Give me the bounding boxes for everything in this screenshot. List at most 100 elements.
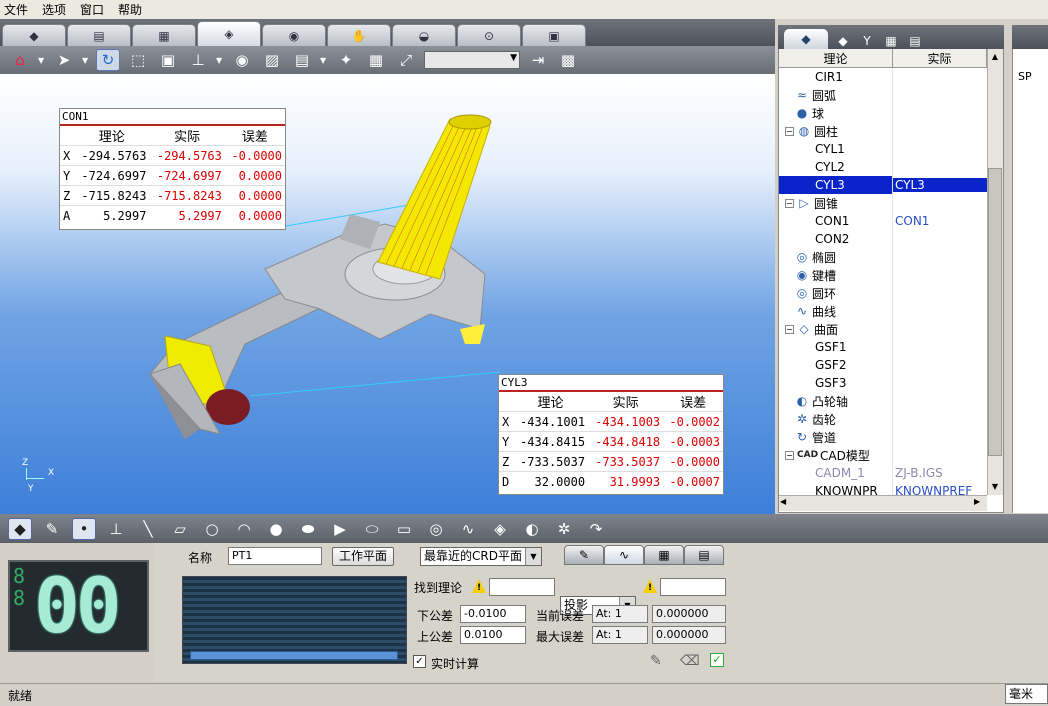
- graph-slider[interactable]: [190, 651, 398, 660]
- name-input[interactable]: PT1: [228, 547, 322, 565]
- tree-scroll-thumb[interactable]: [988, 168, 1002, 456]
- tree-row[interactable]: ◎ 圆环: [779, 284, 987, 302]
- tab-machine[interactable]: ◆: [2, 24, 66, 46]
- ellipse-button[interactable]: ⬭: [360, 518, 384, 540]
- fit-button[interactable]: ▣: [156, 49, 180, 71]
- 3d-viewport[interactable]: CON1 理论 实际 误差 X -294.5763 -294.5763 -0.0000 Y…: [0, 74, 775, 514]
- menu-file[interactable]: 文件: [4, 1, 28, 18]
- tree-row[interactable]: ≈ 圆弧: [779, 86, 987, 104]
- tree-row[interactable]: KNOWNPR KNOWNPREF: [779, 482, 987, 495]
- collapse-icon[interactable]: −: [785, 126, 794, 136]
- feature-mode-button[interactable]: ◆: [8, 517, 32, 540]
- tab-table-view[interactable]: ▦: [644, 545, 684, 565]
- home-dropdown-icon[interactable]: ▼: [38, 56, 46, 65]
- select-button[interactable]: ➤: [52, 49, 76, 71]
- cone-button[interactable]: ▶: [328, 518, 352, 540]
- tree-row[interactable]: CYL1: [779, 140, 987, 158]
- tree-row[interactable]: CYL2: [779, 158, 987, 176]
- tree-row[interactable]: − ◇ 曲面: [779, 320, 987, 338]
- tab-report[interactable]: ▣: [522, 24, 586, 46]
- projection-input[interactable]: [660, 578, 726, 596]
- scroll-left-icon[interactable]: ◀: [780, 497, 786, 506]
- tree-row[interactable]: − CAD CAD模型: [779, 446, 987, 464]
- tree-horizontal-scrollbar[interactable]: [779, 495, 987, 511]
- tree-tab-solid[interactable]: ◆: [834, 33, 852, 49]
- collapse-icon[interactable]: −: [785, 450, 794, 460]
- save-button[interactable]: ▦: [364, 49, 388, 71]
- home-button[interactable]: ⌂: [8, 49, 32, 71]
- tab-hand[interactable]: ✋: [327, 24, 391, 46]
- cam-button[interactable]: ◐: [520, 518, 544, 540]
- menu-options[interactable]: 选项: [42, 1, 66, 18]
- tree-row[interactable]: CIR1: [779, 68, 987, 86]
- workplane-button[interactable]: 工作平面: [332, 547, 394, 566]
- gear-button[interactable]: ✲: [552, 518, 576, 540]
- tab-shape[interactable]: ◒: [392, 24, 456, 46]
- tree-row[interactable]: − ◍ 圆柱: [779, 122, 987, 140]
- tree-row[interactable]: GSF2: [779, 356, 987, 374]
- surface-button[interactable]: ◈: [488, 518, 512, 540]
- scroll-up-icon[interactable]: ▲: [988, 50, 1002, 64]
- scroll-down-icon[interactable]: ▼: [988, 480, 1002, 494]
- sphere-button[interactable]: ●: [264, 518, 288, 540]
- tree-row[interactable]: ◉ 键槽: [779, 266, 987, 284]
- menu-window[interactable]: 窗口: [80, 1, 104, 18]
- scroll-right-icon[interactable]: ▶: [974, 497, 980, 506]
- lower-tolerance-input[interactable]: -0.0100: [460, 605, 526, 623]
- view-combo[interactable]: [424, 51, 520, 69]
- tree-row[interactable]: ● 球: [779, 104, 987, 122]
- tab-graph[interactable]: ∿: [604, 545, 644, 565]
- tab-3d-view[interactable]: ◈: [197, 21, 261, 46]
- find-nominal-input[interactable]: [489, 578, 555, 596]
- arc-button[interactable]: ◠: [232, 518, 256, 540]
- tree-row[interactable]: CYL3 CYL3: [779, 176, 987, 194]
- tree-tab-filter[interactable]: Y: [858, 33, 876, 49]
- tree-row[interactable]: ∿ 曲线: [779, 302, 987, 320]
- right-panel-item[interactable]: SP: [1018, 70, 1032, 83]
- tree-header-actual[interactable]: 实际: [893, 49, 987, 67]
- axis-dropdown-icon[interactable]: ▼: [216, 56, 224, 65]
- export-button[interactable]: ⇥: [526, 49, 550, 71]
- axis-feature-button[interactable]: ⊥: [104, 518, 128, 540]
- zoom-box-button[interactable]: ⬚: [126, 49, 150, 71]
- realtime-checkbox[interactable]: ✓: [413, 655, 426, 668]
- axis-button[interactable]: ⊥: [186, 49, 210, 71]
- collapse-icon[interactable]: −: [785, 198, 794, 208]
- probe-button[interactable]: ⤢: [394, 49, 418, 71]
- tree-header-nominal[interactable]: 理论: [779, 49, 893, 67]
- tree-tab-features[interactable]: ◆: [784, 29, 828, 49]
- new-button[interactable]: ✦: [334, 49, 358, 71]
- curve-button[interactable]: ∿: [456, 518, 480, 540]
- confirm-icon[interactable]: ✓: [710, 653, 724, 667]
- erase-icon[interactable]: ⌫: [680, 653, 700, 669]
- collapse-icon[interactable]: −: [785, 324, 794, 334]
- tree-row[interactable]: CADM_1 ZJ-B.IGS: [779, 464, 987, 482]
- probe-tool-button[interactable]: ✎: [40, 518, 64, 540]
- select-dropdown-icon[interactable]: ▼: [82, 56, 90, 65]
- tab-table[interactable]: ▦: [132, 24, 196, 46]
- pipe-button[interactable]: ↷: [584, 518, 608, 540]
- cylinder-button[interactable]: ⬬: [296, 518, 320, 540]
- layout-dropdown-icon[interactable]: ▼: [320, 56, 328, 65]
- tree-row[interactable]: ↻ 管道: [779, 428, 987, 446]
- box-button[interactable]: ▩: [556, 49, 580, 71]
- tree-row[interactable]: CON1 CON1: [779, 212, 987, 230]
- rotate-button[interactable]: ↻: [96, 49, 120, 71]
- tab-probe-settings[interactable]: ✎: [564, 545, 604, 565]
- point-button[interactable]: •: [72, 517, 96, 540]
- color-button[interactable]: ▨: [260, 49, 284, 71]
- tab-eye[interactable]: ⊙: [457, 24, 521, 46]
- tree-row[interactable]: GSF3: [779, 374, 987, 392]
- tree-row[interactable]: CON2: [779, 230, 987, 248]
- tab-list[interactable]: ▤: [684, 545, 724, 565]
- tab-color[interactable]: ◉: [262, 24, 326, 46]
- slot-button[interactable]: ▭: [392, 518, 416, 540]
- upper-tolerance-input[interactable]: 0.0100: [460, 626, 526, 644]
- tree-row[interactable]: ◎ 椭圆: [779, 248, 987, 266]
- torus-button[interactable]: ◎: [424, 518, 448, 540]
- tree-row[interactable]: GSF1: [779, 338, 987, 356]
- tree-tab-report[interactable]: ▤: [906, 33, 924, 49]
- plane-button[interactable]: ▱: [168, 518, 192, 540]
- tree-row[interactable]: ✲ 齿轮: [779, 410, 987, 428]
- tab-program[interactable]: ▤: [67, 24, 131, 46]
